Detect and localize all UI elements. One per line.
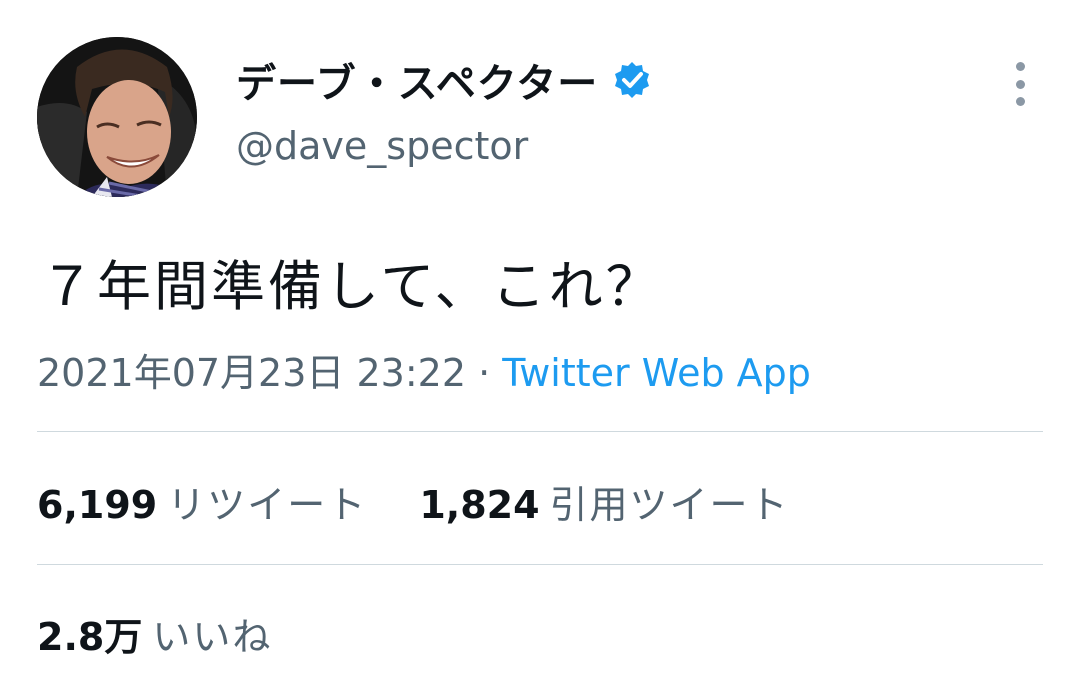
- display-name[interactable]: デーブ・スペクター: [236, 51, 598, 109]
- avatar[interactable]: [37, 37, 197, 197]
- retweet-count: 6,199: [37, 483, 158, 527]
- retweet-label: リツイート: [167, 483, 368, 527]
- tweet-meta: 2021年07月23日 23:22 · Twitter Web App: [37, 342, 811, 397]
- name-row: デーブ・スペクター: [236, 50, 652, 110]
- tweet-source-link[interactable]: Twitter Web App: [502, 351, 811, 395]
- likes-stat[interactable]: 2.8万 いいね: [37, 606, 272, 661]
- quote-label: 引用ツイート: [549, 483, 790, 527]
- like-count: 2.8万: [37, 615, 143, 659]
- meta-separator: ·: [478, 351, 491, 395]
- retweets-stat[interactable]: 6,199 リツイート: [37, 474, 367, 529]
- quote-count: 1,824: [419, 483, 540, 527]
- divider: [37, 431, 1043, 432]
- stats-row-likes: 2.8万 いいね: [37, 606, 312, 661]
- user-handle[interactable]: @dave_spector: [236, 124, 652, 168]
- like-label: いいね: [152, 615, 273, 659]
- avatar-image: [37, 37, 197, 197]
- author-block: デーブ・スペクター @dave_spector: [236, 50, 652, 168]
- verified-badge-icon: [612, 60, 652, 100]
- more-dot: [1015, 97, 1025, 106]
- more-dot: [1015, 62, 1025, 71]
- quotes-stat[interactable]: 1,824 引用ツイート: [419, 474, 789, 529]
- divider: [37, 564, 1043, 565]
- tweet-detail: デーブ・スペクター @dave_spector ７年間準備して、これ？ 2021…: [0, 0, 1080, 696]
- more-options-icon[interactable]: [1004, 62, 1036, 106]
- stats-row-retweets: 6,199 リツイート 1,824 引用ツイート: [37, 474, 830, 529]
- more-dot: [1015, 79, 1025, 89]
- tweet-text: ７年間準備して、これ？: [40, 255, 663, 318]
- tweet-timestamp[interactable]: 2021年07月23日 23:22: [37, 351, 466, 395]
